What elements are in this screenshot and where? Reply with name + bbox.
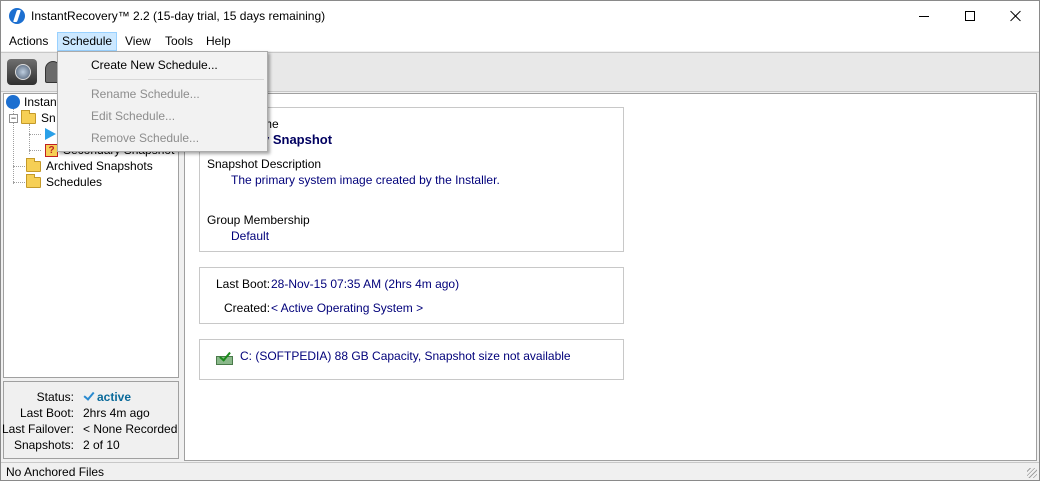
status-active-text: active (97, 390, 132, 404)
drive-check-icon (216, 351, 233, 365)
folder-icon (26, 157, 41, 172)
collapse-icon[interactable]: − (9, 113, 18, 123)
snapshot-description-label: Snapshot Description (207, 157, 322, 171)
close-icon (1010, 10, 1022, 22)
menu-item-remove-schedule[interactable]: Remove Schedule... (60, 127, 265, 149)
app-window: InstantRecovery™ 2.2 (15-day trial, 15 d… (0, 0, 1040, 481)
last-failover-label: Last Failover: (1, 422, 74, 436)
minimize-icon (919, 15, 929, 17)
last-boot-detail-value: 28-Nov-15 07:35 AM (2hrs 4m ago) (271, 277, 460, 291)
tree-item-archived[interactable]: Archived Snapshots (26, 157, 153, 174)
take-snapshot-camera-icon[interactable] (7, 59, 37, 85)
tree-guide-line (29, 150, 41, 151)
boot-info-card: Last Boot: 28-Nov-15 07:35 AM (2hrs 4m a… (199, 267, 624, 324)
menu-item-rename-schedule[interactable]: Rename Schedule... (60, 83, 265, 105)
menu-view[interactable]: View (121, 32, 155, 51)
snapshot-details-pane: me y Snapshot Snapshot Description The p… (184, 93, 1037, 461)
maximize-icon (965, 11, 975, 21)
close-button[interactable] (993, 1, 1039, 31)
tree-guide-line (29, 134, 41, 135)
check-icon (83, 390, 94, 401)
maximize-button[interactable] (947, 1, 993, 31)
menu-help[interactable]: Help (202, 32, 235, 51)
status-bar-text: No Anchored Files (6, 465, 105, 479)
group-membership-label: Group Membership (207, 213, 310, 227)
tree-root-label: Instant (24, 95, 61, 109)
menu-bar: Actions Schedule View Tools Help (1, 31, 1039, 51)
tree-item-root[interactable]: Instant (6, 94, 60, 110)
minimize-button[interactable] (901, 1, 947, 31)
snapshots-count-value: 2 of 10 (83, 438, 120, 452)
menu-actions[interactable]: Actions (5, 32, 52, 51)
window-title: InstantRecovery™ 2.2 (15-day trial, 15 d… (31, 9, 326, 23)
snapshots-count-label: Snapshots: (13, 438, 74, 452)
active-snapshot-icon (45, 128, 56, 140)
last-boot-label: Last Boot: (19, 406, 74, 420)
schedule-dropdown-menu: Create New Schedule... Rename Schedule..… (57, 51, 268, 152)
status-pane: Status: active Last Boot: 2hrs 4m ago La… (1, 381, 188, 459)
group-membership-value: Default (231, 229, 270, 243)
folder-icon (26, 173, 41, 188)
last-failover-value: < None Recorded > (83, 422, 188, 436)
instantrecovery-icon (6, 95, 20, 109)
app-icon (9, 8, 25, 24)
tree-schedules-label: Schedules (46, 175, 103, 189)
drive-info-card: C: (SOFTPEDIA) 88 GB Capacity, Snapshot … (199, 339, 624, 380)
status-bar: No Anchored Files (1, 462, 1039, 480)
last-boot-detail-label: Last Boot: (216, 277, 271, 291)
last-boot-value: 2hrs 4m ago (83, 406, 150, 420)
snapshot-description-value: The primary system image created by the … (231, 173, 500, 187)
created-label: Created: (224, 301, 271, 315)
menu-schedule[interactable]: Schedule (57, 32, 118, 51)
tree-item-schedules[interactable]: Schedules (26, 173, 103, 190)
menu-item-edit-schedule[interactable]: Edit Schedule... (60, 105, 265, 127)
status-value: active (83, 390, 131, 404)
created-value: < Active Operating System > (271, 301, 424, 315)
tree-archived-label: Archived Snapshots (46, 159, 153, 173)
snapshot-name-value: y Snapshot (262, 132, 333, 147)
tree-guide-line (13, 182, 27, 183)
tree-guide-line (13, 166, 27, 167)
drive-info-text: C: (SOFTPEDIA) 88 GB Capacity, Snapshot … (240, 349, 571, 363)
title-bar[interactable]: InstantRecovery™ 2.2 (15-day trial, 15 d… (1, 1, 1039, 31)
status-label: Status: (36, 390, 74, 404)
menu-tools[interactable]: Tools (161, 32, 197, 51)
menu-item-create-new-schedule[interactable]: Create New Schedule... (60, 54, 265, 76)
resize-grip-icon[interactable] (1027, 468, 1037, 478)
tree-snapshots-label: Sn (41, 111, 56, 125)
folder-icon (21, 109, 36, 124)
tree-item-snapshots[interactable]: − Sn (9, 109, 56, 126)
menu-separator (88, 79, 264, 80)
